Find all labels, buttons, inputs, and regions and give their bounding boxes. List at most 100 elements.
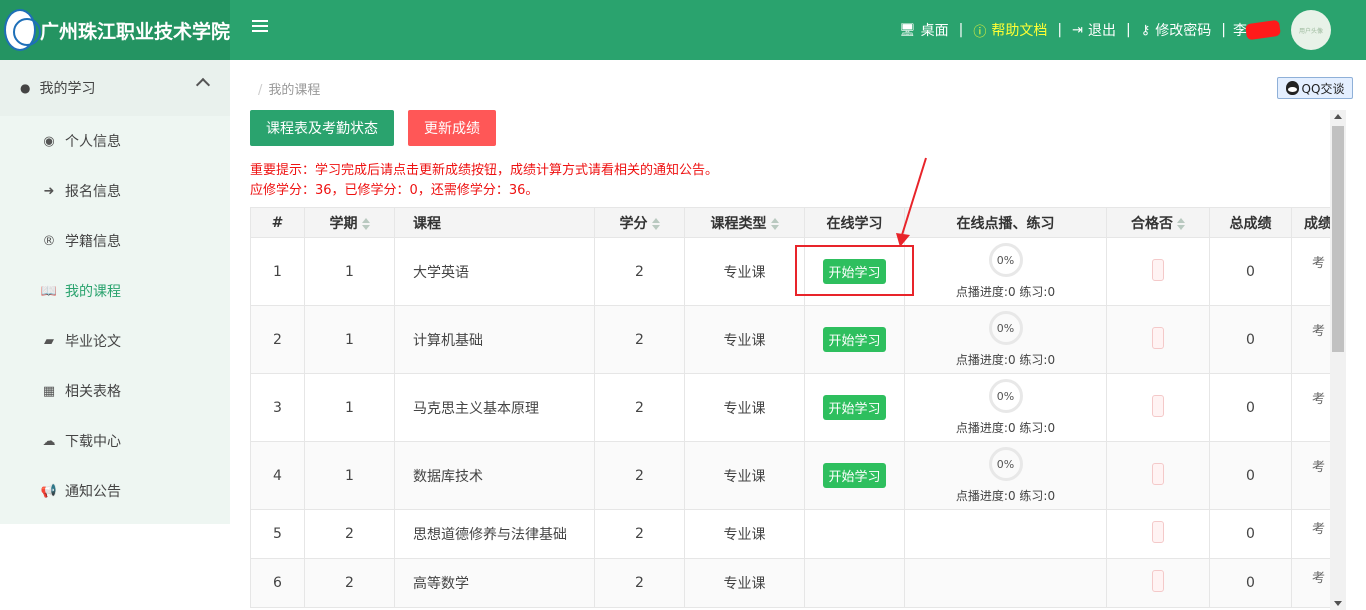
cell-online: 开始学习 bbox=[804, 237, 905, 306]
sidebar: ● 我的学习 ◉ 个人信息 ➜ 报名信息 ® 学籍信息 📖 我的课程 ▰ 毕业论… bbox=[0, 60, 230, 610]
cell-credit: 2 bbox=[594, 558, 685, 608]
cell-grade-extra: 考 bbox=[1291, 373, 1332, 442]
school-seal-icon bbox=[4, 9, 41, 51]
cell-progress bbox=[904, 558, 1107, 608]
cell-type: 专业课 bbox=[684, 305, 805, 374]
sidebar-item-notices[interactable]: 📢 通知公告 bbox=[0, 466, 230, 516]
cell-grade-extra: 考 bbox=[1291, 558, 1332, 608]
sort-icon[interactable] bbox=[770, 217, 779, 230]
vertical-scrollbar[interactable] bbox=[1330, 110, 1346, 610]
breadcrumb: / 我的课程 bbox=[258, 83, 321, 98]
sort-icon[interactable] bbox=[651, 217, 660, 230]
progress-text: 点播进度:0 练习:0 bbox=[955, 421, 1056, 435]
sidebar-item-label: 我的课程 bbox=[65, 284, 121, 300]
cell-total: 0 bbox=[1209, 373, 1292, 442]
cell-type: 专业课 bbox=[684, 558, 805, 608]
pass-status-badge bbox=[1152, 326, 1164, 349]
column-header[interactable]: 学期 bbox=[304, 207, 395, 238]
sidebar-item-thesis[interactable]: ▰ 毕业论文 bbox=[0, 316, 230, 366]
column-header: 在线点播、练习 bbox=[904, 207, 1107, 238]
sidebar-section-my-study[interactable]: ● 我的学习 bbox=[0, 60, 230, 116]
sidebar-item-enrollment[interactable]: ➜ 报名信息 bbox=[0, 166, 230, 216]
cell-grade-extra: 考 bbox=[1291, 441, 1332, 510]
qq-chat-button[interactable]: QQ交谈 bbox=[1277, 77, 1353, 99]
cell-pass bbox=[1106, 509, 1210, 559]
cell-total: 0 bbox=[1209, 509, 1292, 559]
scrollbar-thumb[interactable] bbox=[1332, 126, 1344, 352]
column-header: 在线学习 bbox=[804, 207, 905, 238]
pass-status-badge bbox=[1152, 521, 1164, 543]
question-circle-icon: ⓘ bbox=[973, 24, 987, 40]
cell-credit: 2 bbox=[594, 509, 685, 559]
chevron-up-icon bbox=[195, 77, 211, 93]
pass-status-badge bbox=[1152, 394, 1164, 417]
scroll-up-icon[interactable] bbox=[1334, 114, 1342, 119]
nav-separator: | bbox=[1221, 22, 1226, 38]
important-notice: 重要提示：学习完成后请点击更新成绩按钮，成绩计算方式请看相关的通知公告。 bbox=[250, 163, 719, 178]
sidebar-item-label: 报名信息 bbox=[65, 184, 121, 200]
cell-term: 1 bbox=[304, 441, 395, 510]
sidebar-item-personal-info[interactable]: ◉ 个人信息 bbox=[0, 116, 230, 166]
cell-term: 2 bbox=[304, 558, 395, 608]
cell-online bbox=[804, 558, 905, 608]
nav-change-password[interactable]: ⚷ 修改密码 bbox=[1141, 20, 1212, 40]
cell-progress bbox=[904, 509, 1107, 559]
start-learning-button[interactable]: 开始学习 bbox=[823, 395, 886, 420]
table-row: 1 1 大学英语 2 专业课 开始学习 0% 点播进度:0 练习:0 0 考 bbox=[250, 237, 1332, 306]
nav-logout[interactable]: ⇥ 退出 bbox=[1072, 20, 1116, 40]
start-learning-button[interactable]: 开始学习 bbox=[823, 463, 886, 488]
cell-progress: 0% 点播进度:0 练习:0 bbox=[904, 237, 1107, 306]
sidebar-item-forms[interactable]: ▦ 相关表格 bbox=[0, 366, 230, 416]
bullhorn-icon: 📢 bbox=[40, 483, 58, 499]
cell-credit: 2 bbox=[594, 237, 685, 306]
sort-icon[interactable] bbox=[361, 217, 370, 230]
schedule-attendance-button[interactable]: 课程表及考勤状态 bbox=[250, 110, 394, 146]
main-content: / 我的课程 QQ交谈 课程表及考勤状态 更新成绩 重要提示：学习完成后请点击更新… bbox=[230, 60, 1366, 610]
school-logo[interactable]: 广州珠江职业技术学院 bbox=[0, 0, 230, 60]
cell-no: 1 bbox=[250, 237, 305, 306]
cell-no: 6 bbox=[250, 558, 305, 608]
sort-icon[interactable] bbox=[1177, 217, 1185, 230]
cell-pass bbox=[1106, 305, 1210, 374]
cell-total: 0 bbox=[1209, 305, 1292, 374]
column-header[interactable]: 课程类型 bbox=[684, 207, 805, 238]
menu-toggle-icon[interactable] bbox=[252, 20, 268, 38]
sidebar-item-label: 相关表格 bbox=[65, 384, 121, 400]
avatar[interactable]: 用户头像 bbox=[1291, 10, 1331, 50]
column-header[interactable]: 学分 bbox=[594, 207, 685, 238]
courses-table: # 学期 课程 学分 课程类型 在线学习 在线点播、练习 合格否 总成绩 成绩 … bbox=[250, 207, 1332, 608]
column-header: # bbox=[250, 207, 305, 238]
cell-type: 专业课 bbox=[684, 441, 805, 510]
sidebar-item-label: 学籍信息 bbox=[65, 234, 121, 250]
column-header[interactable]: 合格否 bbox=[1106, 207, 1210, 238]
cell-course: 数据库技术 bbox=[394, 441, 595, 510]
cell-online: 开始学习 bbox=[804, 373, 905, 442]
cell-credit: 2 bbox=[594, 441, 685, 510]
cell-online bbox=[804, 509, 905, 559]
scroll-down-icon[interactable] bbox=[1334, 601, 1342, 606]
update-grades-button[interactable]: 更新成绩 bbox=[408, 110, 496, 146]
sidebar-item-student-status[interactable]: ® 学籍信息 bbox=[0, 216, 230, 266]
book-open-icon: 📖 bbox=[40, 283, 58, 299]
cell-term: 2 bbox=[304, 509, 395, 559]
start-learning-button[interactable]: 开始学习 bbox=[823, 259, 886, 284]
nav-logout-label: 退出 bbox=[1088, 23, 1117, 39]
nav-separator: | bbox=[1126, 22, 1131, 38]
cell-course: 计算机基础 bbox=[394, 305, 595, 374]
avatar-text: 用户头像 bbox=[1298, 27, 1323, 35]
nav-desktop[interactable]: 🖥 桌面 bbox=[899, 20, 949, 40]
table-row: 2 1 计算机基础 2 专业课 开始学习 0% 点播进度:0 练习:0 0 考 bbox=[250, 305, 1332, 374]
school-name: 广州珠江职业技术学院 bbox=[39, 20, 230, 43]
sidebar-item-downloads[interactable]: ☁ 下载中心 bbox=[0, 416, 230, 466]
start-learning-button[interactable]: 开始学习 bbox=[823, 327, 886, 352]
column-header: 课程 bbox=[394, 207, 595, 238]
sidebar-item-my-courses[interactable]: 📖 我的课程 bbox=[0, 266, 230, 316]
cell-grade-extra: 考 bbox=[1291, 237, 1332, 306]
cell-type: 专业课 bbox=[684, 509, 805, 559]
credits-summary: 应修学分：36，已修学分：0，还需修学分：36。 bbox=[250, 183, 539, 198]
cell-progress: 0% 点播进度:0 练习:0 bbox=[904, 441, 1107, 510]
cloud-download-icon: ☁ bbox=[42, 433, 56, 449]
pass-status-badge bbox=[1152, 258, 1164, 281]
cell-total: 0 bbox=[1209, 558, 1292, 608]
nav-help[interactable]: ⓘ 帮助文档 bbox=[973, 20, 1047, 40]
